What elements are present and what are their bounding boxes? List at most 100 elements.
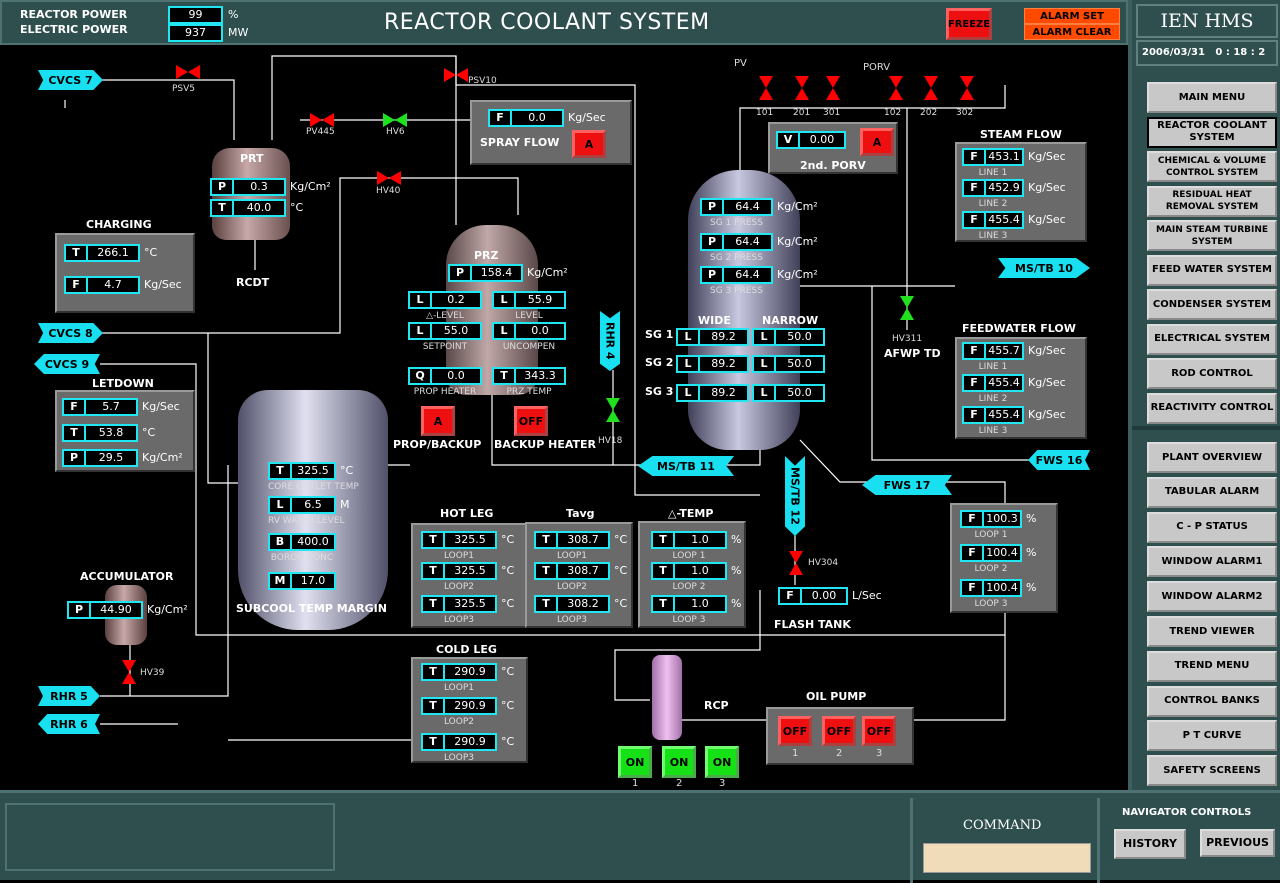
charging-1-unit: °C: [144, 246, 158, 259]
command-panel: COMMAND: [910, 798, 1100, 883]
delta-temp-1-value: 1.0: [675, 531, 727, 549]
fws-loop-3-tag: F: [960, 579, 984, 597]
hot-leg-3-unit: °C: [501, 597, 515, 610]
history-button[interactable]: HISTORY: [1114, 829, 1186, 859]
nav-button-main-menu[interactable]: MAIN MENU: [1147, 82, 1277, 113]
valve-302-icon[interactable]: [952, 73, 982, 103]
nav-button-window-alarm1[interactable]: WINDOW ALARM1: [1147, 546, 1277, 578]
nav-button-chemical-volume-control-system[interactable]: CHEMICAL & VOLUME CONTROL SYSTEM: [1147, 151, 1277, 182]
bottom-bar: COMMAND NAVIGATOR CONTROLS HISTORY PREVI…: [0, 790, 1280, 883]
prz-7-label: PRZ TEMP: [506, 387, 552, 397]
tavg-2-label: LOOP2: [556, 582, 587, 592]
vessel-1-label: CORE OUTLET TEMP: [268, 482, 359, 492]
feedwater-flow-3-unit: Kg/Sec: [1028, 408, 1066, 421]
mstb11-tag[interactable]: MS/TB 11: [638, 456, 734, 476]
oil-pump-2-button[interactable]: OFF: [822, 716, 856, 746]
nav-button-safety-screens[interactable]: SAFETY SCREENS: [1147, 755, 1277, 787]
oil-pump-3-button[interactable]: OFF: [862, 716, 896, 746]
vessel-2-unit: M: [340, 498, 350, 511]
mstb10-tag[interactable]: MS/TB 10: [998, 258, 1090, 278]
cvcs8-tag[interactable]: CVCS 8: [38, 323, 103, 343]
fws17-tag[interactable]: FWS 17: [862, 475, 952, 495]
prz-6-tag: Q: [408, 367, 432, 385]
valve-hv304-icon[interactable]: [781, 548, 811, 578]
cold-leg-3-unit: °C: [501, 735, 515, 748]
valve-psv5-icon[interactable]: [173, 57, 203, 87]
valve-301-icon[interactable]: [818, 73, 848, 103]
valve-hv18-icon[interactable]: [598, 395, 628, 425]
valve-202-icon[interactable]: [916, 73, 946, 103]
rcp-1-button[interactable]: ON: [618, 746, 652, 778]
porv-label: PORV: [863, 62, 891, 73]
rhr6-tag[interactable]: RHR 6: [38, 714, 100, 734]
feedwater-flow-3-tag: F: [962, 406, 986, 424]
nav-button-feed-water-system[interactable]: FEED WATER SYSTEM: [1147, 254, 1277, 286]
mstb12-tag[interactable]: MS/TB 12: [785, 456, 805, 536]
nav-button-condenser-system[interactable]: CONDENSER SYSTEM: [1147, 289, 1277, 320]
rhr5-tag[interactable]: RHR 5: [38, 686, 100, 706]
rhr4-tag[interactable]: RHR 4: [600, 311, 620, 371]
vessel-2-tag: L: [268, 496, 292, 514]
previous-button[interactable]: PREVIOUS: [1200, 829, 1275, 857]
steam-flow-2-unit: Kg/Sec: [1028, 181, 1066, 194]
fws-loop-3-label: LOOP 3: [974, 599, 1008, 609]
cvcs7-tag[interactable]: CVCS 7: [38, 70, 103, 90]
nav-button-p-t-curve[interactable]: P T CURVE: [1147, 720, 1277, 752]
nav-button-control-banks[interactable]: CONTROL BANKS: [1147, 685, 1277, 717]
hot-leg-3-value: 325.5: [445, 595, 497, 613]
fws-loop-1-tag: F: [960, 510, 984, 528]
steam-flow-1-value: 453.1: [986, 148, 1024, 166]
valve-102-icon[interactable]: [881, 73, 911, 103]
prop-backup-button[interactable]: A: [421, 406, 455, 436]
subcool-label: SUBCOOL TEMP MARGIN: [236, 602, 387, 615]
fws-loop-2-value: 100.4: [984, 544, 1022, 562]
cold-leg-2-unit: °C: [501, 699, 515, 712]
nav-button-rod-control[interactable]: ROD CONTROL: [1147, 358, 1277, 389]
valve-hv311-icon[interactable]: [892, 293, 922, 323]
fws16-tag[interactable]: FWS 16: [1028, 450, 1090, 470]
valve-201-icon[interactable]: [787, 73, 817, 103]
nav-button-reactivity-control[interactable]: REACTIVITY CONTROL: [1147, 392, 1277, 424]
nav-button-window-alarm2[interactable]: WINDOW ALARM2: [1147, 581, 1277, 613]
nav-button-electrical-system[interactable]: ELECTRICAL SYSTEM: [1147, 323, 1277, 355]
feedwater-flow-label: FEEDWATER FLOW: [962, 322, 1076, 335]
valve-102-label: 102: [884, 108, 902, 118]
nav-button-main-steam-turbine-system[interactable]: MAIN STEAM TURBINE SYSTEM: [1147, 220, 1277, 251]
nav-button-plant-overview[interactable]: PLANT OVERVIEW: [1147, 442, 1277, 473]
prz-7-tag: T: [492, 367, 516, 385]
valve-hv304-label: HV304: [808, 558, 839, 568]
vessel-2-value: 6.5: [292, 496, 336, 514]
rcp-2-button[interactable]: ON: [662, 746, 696, 778]
nav-button-trend-viewer[interactable]: TREND VIEWER: [1147, 616, 1277, 647]
oil-pump-1-button[interactable]: OFF: [778, 716, 812, 746]
feedwater-flow-1-unit: Kg/Sec: [1028, 344, 1066, 357]
command-input[interactable]: [923, 843, 1091, 873]
porv2-auto-button[interactable]: A: [860, 128, 894, 156]
cvcs9-tag[interactable]: CVCS 9: [34, 354, 100, 374]
afwp-label: AFWP TD: [884, 347, 941, 360]
letdown-1-tag: F: [62, 398, 86, 416]
rcdt-label: RCDT: [236, 276, 270, 289]
steam-flow-3-label: LINE 3: [978, 231, 1008, 241]
nav-button-tabular-alarm[interactable]: TABULAR ALARM: [1147, 476, 1277, 508]
sg-wide-3-value: 89.2: [700, 384, 749, 402]
nav-button-c-p-status[interactable]: C - P STATUS: [1147, 511, 1277, 543]
vessel-2-label: RV WATER LEVEL: [268, 516, 345, 526]
nav-button-trend-menu[interactable]: TREND MENU: [1147, 650, 1277, 682]
prt-1-value: 0.3: [234, 178, 286, 196]
brand-title: IEN HMS: [1136, 4, 1278, 38]
rcp-3-button[interactable]: ON: [705, 746, 739, 778]
nav-button-residual-heat-removal-system[interactable]: RESIDUAL HEAT REMOVAL SYSTEM: [1147, 185, 1277, 217]
spray-auto-button[interactable]: A: [572, 130, 606, 158]
feedwater-flow-3-value: 455.4: [986, 406, 1024, 424]
nav-button-reactor-coolant-system[interactable]: REACTOR COOLANT SYSTEM: [1147, 116, 1277, 148]
rcp-label: RCP: [704, 699, 729, 712]
delta-temp-label: △-TEMP: [668, 507, 714, 520]
valve-psv10-icon[interactable]: [441, 60, 471, 90]
accumulator-1-tag: P: [67, 601, 91, 619]
steam-flow-label: STEAM FLOW: [980, 128, 1062, 141]
command-label: COMMAND: [963, 818, 1042, 833]
backup-heater-button[interactable]: OFF: [514, 406, 548, 436]
delta-temp-2-unit: %: [731, 564, 742, 577]
valve-101-icon[interactable]: [751, 73, 781, 103]
